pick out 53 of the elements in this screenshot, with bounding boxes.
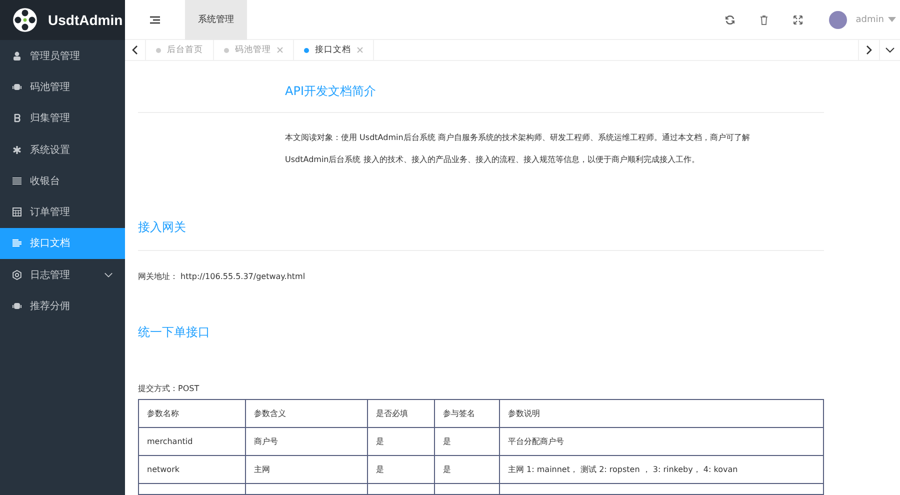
gateway-address: 网关地址： http://106.55.5.37/getway.html [138,271,306,282]
brand-name: UsdtAdmin [48,12,123,28]
status-dot-icon [304,48,309,52]
sidebar-item[interactable]: 日志管理 [0,259,125,290]
status-dot-icon [156,48,161,52]
intro-paragraph: 本文阅读对象：使用 UsdtAdmin后台系统 商户自服务系统的技术架构师、研发工程师、系统运维工程师。通过本文档，商户可了解 [285,132,751,144]
sidebar-item[interactable]: 系统设置 [0,134,125,166]
table-cell: 商户号 [246,428,368,456]
sidebar-item[interactable]: 收银台 [0,165,125,196]
column-header: 是否必填 [368,400,434,428]
sidebar-item[interactable]: 订单管理 [0,196,125,228]
sidebar-item[interactable]: 码池管理 [0,71,125,103]
avatar[interactable] [828,10,847,28]
calculator-icon [12,207,22,218]
section-title: API开发文档简介 [285,83,377,100]
caret-icon[interactable] [888,17,896,22]
menu-icon [150,16,160,24]
chevron-down-icon [885,47,895,53]
table-cell: 是 [368,456,434,484]
table-cell: 是 [434,456,500,484]
column-header: 参与签名 [434,400,500,428]
table-cell: merchantid [138,428,246,456]
table-cell: 是 [368,428,434,456]
table-cell: 是 [434,428,500,456]
intro-paragraph: UsdtAdmin后台系统 接入的技术、接入的产品业务、接入的流程、接入规范等信息，以便于商户顺利完成接入工作。 [285,154,700,166]
chevron-left-icon [132,45,138,55]
submit-method: 提交方式：POST [138,383,200,394]
trash-icon[interactable] [758,14,769,24]
sidebar-item[interactable]: 管理员管理 [0,40,125,72]
chevron-down-icon [104,272,113,278]
table-cell: 主网 [246,456,368,484]
section-title: 接入网关 [138,219,187,236]
top-menu-item[interactable]: 系统管理 [185,0,247,40]
column-header: 参数说明 [500,400,824,428]
refresh-icon[interactable] [724,14,735,24]
user-icon [12,50,22,61]
asterisk-icon [12,144,22,155]
film-reel-icon [12,7,38,33]
chevron-right-icon [866,45,872,55]
page-tab[interactable]: 接口文档 [294,40,374,60]
list-icon [12,176,22,186]
sidebar-item[interactable]: 推荐分佣 [0,290,125,322]
table-cell: 平台分配商户号 [500,428,824,456]
table-cell: network [138,456,246,484]
status-dot-icon [224,48,229,52]
align-icon [12,238,22,248]
column-header: 参数含义 [246,400,368,428]
table-cell: 主网 1: mainnet， 测试 2: ropsten ， 3: rinkeby， 4: kovan [500,456,824,484]
gear-icon [12,270,22,280]
fullscreen-icon[interactable] [792,14,803,24]
column-header: 参数名称 [138,400,246,428]
section-title: 统一下单接口 [138,324,211,341]
sidebar-item[interactable]: 归集管理 [0,102,125,134]
